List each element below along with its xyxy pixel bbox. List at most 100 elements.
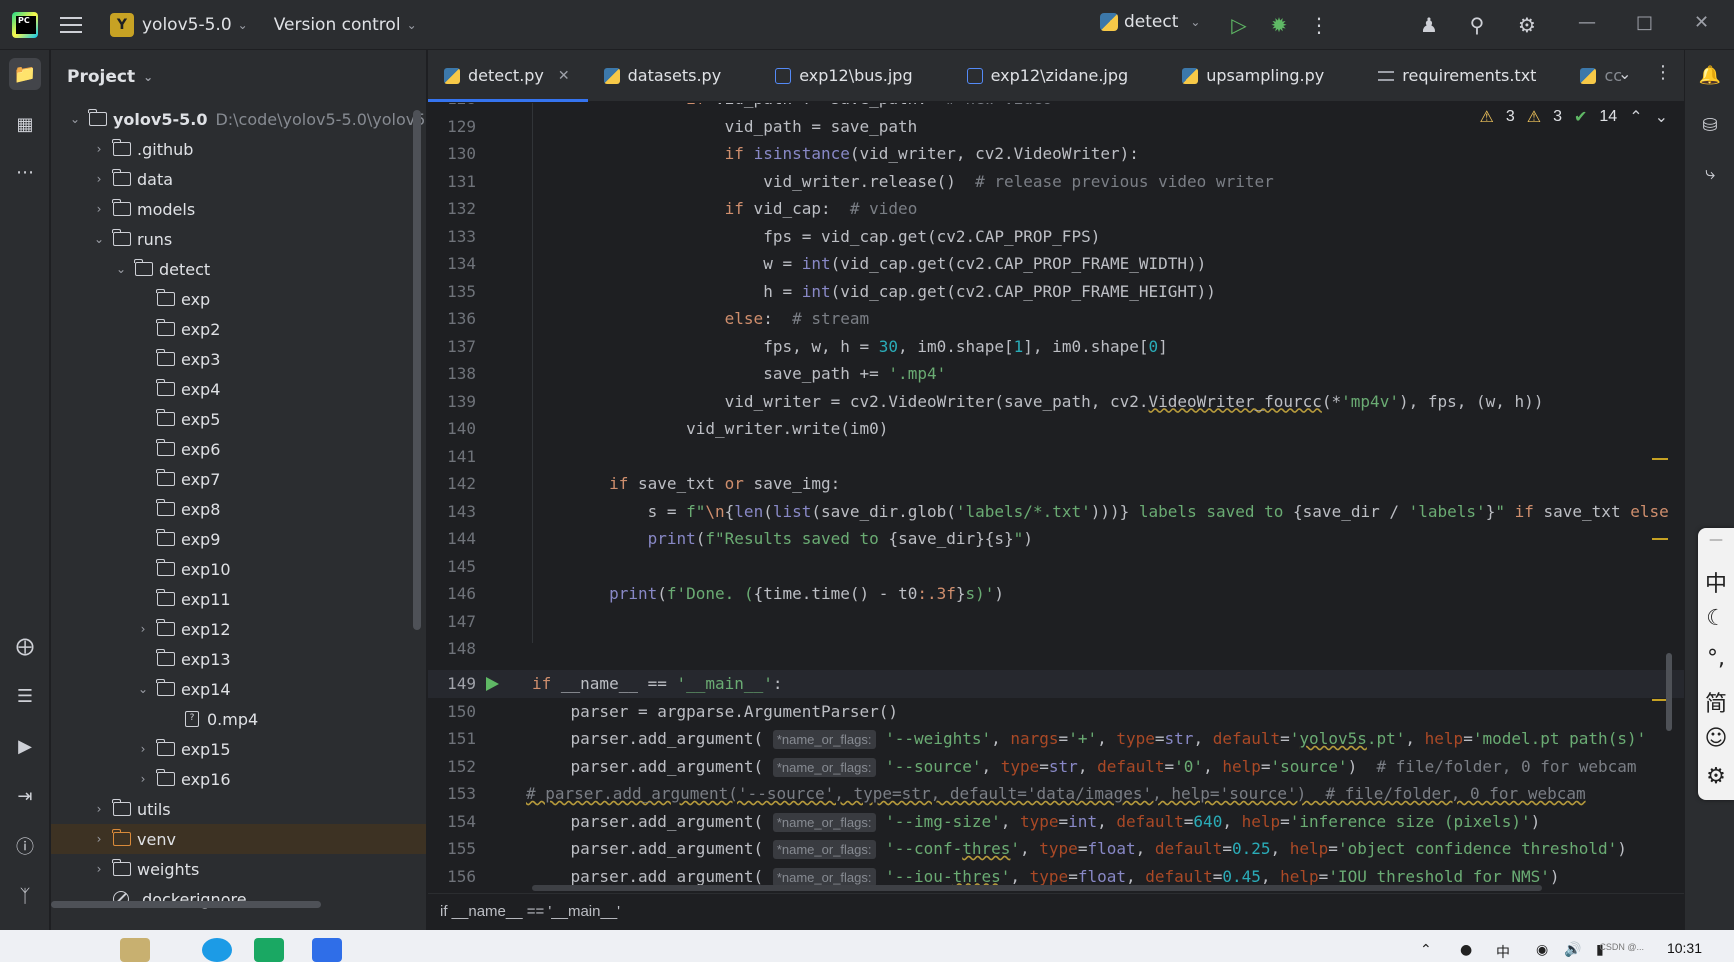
ime-language-toggle[interactable]: 中 (1698, 566, 1734, 598)
ime-settings-icon[interactable]: ⚙ (1698, 764, 1734, 789)
project-switcher[interactable]: yolov5-5.0 (142, 15, 232, 35)
tray-ime-icon[interactable]: 中 (1496, 942, 1510, 962)
tab-truncated[interactable]: cc (1564, 50, 1626, 102)
tree-item-exp15[interactable]: › exp15 (51, 734, 426, 764)
tree-item-dockerignore[interactable]: .dockerignore (51, 884, 426, 914)
chevron-down-icon[interactable]: ⌄ (407, 18, 417, 32)
database-icon[interactable]: ⛁ (1695, 110, 1725, 140)
search-icon[interactable]: ⚲ (1464, 12, 1490, 38)
chevron-right-icon[interactable]: › (133, 742, 153, 756)
tree-item-exp10[interactable]: exp10 (51, 554, 426, 584)
close-tab-icon[interactable]: ✕ (558, 68, 570, 84)
tree-item-exp12[interactable]: › exp12 (51, 614, 426, 644)
settings-gear-icon[interactable]: ⚙ (1514, 12, 1540, 38)
chevron-right-icon[interactable]: › (89, 172, 109, 186)
tree-item-detect[interactable]: ⌄ detect (51, 254, 426, 284)
tree-item-exp8[interactable]: exp8 (51, 494, 426, 524)
notifications-bell-icon[interactable]: 🔔 (1695, 60, 1725, 90)
project-folder-icon[interactable]: 📁 (9, 58, 41, 90)
error-stripe-marker[interactable] (1652, 458, 1668, 460)
tree-item-0mp4[interactable]: ? 0.mp4 (51, 704, 426, 734)
ime-punctuation-icon[interactable]: °, (1698, 646, 1734, 671)
debug-icon[interactable]: ✹ (1266, 12, 1292, 38)
file-explorer-icon[interactable] (120, 938, 150, 962)
chevron-down-icon[interactable]: ⌄ (89, 232, 109, 246)
tab-detect-py[interactable]: detect.py ✕ (428, 50, 588, 102)
tree-item-exp14[interactable]: ⌄ exp14 (51, 674, 426, 704)
maximize-icon[interactable]: □ (1636, 12, 1653, 33)
ime-emoji-icon[interactable]: ☺ (1698, 726, 1734, 751)
run-icon[interactable]: ▷ (1226, 12, 1252, 38)
chevron-right-icon[interactable]: › (133, 622, 153, 636)
chevron-down-icon[interactable]: ⌄ (238, 18, 248, 32)
breadcrumb-item[interactable]: if __name__ == '__main__' (440, 903, 620, 920)
clock-time[interactable]: 10:31 (1667, 940, 1702, 956)
code-editor[interactable]: 128 129 130 131 132 133 134 135 136 137 … (428, 103, 1684, 893)
tree-item-exp5[interactable]: exp5 (51, 404, 426, 434)
tree-item-models[interactable]: › models (51, 194, 426, 224)
tree-item-exp16[interactable]: › exp16 (51, 764, 426, 794)
tree-item-exp9[interactable]: exp9 (51, 524, 426, 554)
previous-highlight-icon[interactable]: ⌃ (1629, 107, 1642, 127)
sciview-icon[interactable]: ⤷ (1695, 158, 1725, 188)
tab-requirements-txt[interactable]: requirements.txt (1362, 50, 1554, 102)
chevron-right-icon[interactable]: › (89, 802, 109, 816)
tray-chevron-icon[interactable]: ⌃ (1420, 942, 1432, 958)
project-panel-header[interactable]: Project ⌄ (51, 50, 426, 104)
project-horizontal-scrollbar[interactable] (51, 901, 321, 908)
tree-item-github[interactable]: › .github (51, 134, 426, 164)
pycharm-taskbar-icon[interactable] (254, 938, 284, 962)
more-tools-icon[interactable]: ⋯ (9, 156, 41, 188)
ime-handle-icon[interactable]: — (1698, 532, 1734, 548)
tree-item-data[interactable]: › data (51, 164, 426, 194)
chevron-right-icon[interactable]: › (89, 862, 109, 876)
tree-item-weights[interactable]: › weights (51, 854, 426, 884)
problems-icon[interactable]: ⓘ (9, 830, 41, 862)
tree-item-venv[interactable]: › venv (51, 824, 426, 854)
more-actions-icon[interactable]: ⋮ (1306, 12, 1332, 38)
chevron-down-icon[interactable]: ⌄ (133, 682, 153, 696)
tab-list-chevron-icon[interactable]: ⌄ (1618, 64, 1631, 83)
tree-item-exp6[interactable]: exp6 (51, 434, 426, 464)
project-badge[interactable]: Y (110, 12, 134, 37)
services-icon[interactable]: ▶ (9, 730, 41, 762)
add-user-icon[interactable]: ♟ (1416, 12, 1442, 38)
error-stripe-marker[interactable] (1652, 538, 1668, 540)
project-vertical-scrollbar[interactable] (413, 110, 421, 630)
close-window-icon[interactable]: ✕ (1694, 12, 1709, 33)
tree-item-utils[interactable]: › utils (51, 794, 426, 824)
next-highlight-icon[interactable]: ⌄ (1655, 107, 1668, 127)
wifi-icon[interactable]: ◉ (1536, 942, 1548, 958)
git-icon[interactable]: ᛉ (9, 880, 41, 912)
editor-vertical-scrollbar[interactable] (1666, 653, 1672, 731)
run-config-selector[interactable]: detect ⌄ (1100, 12, 1200, 32)
chevron-right-icon[interactable]: › (89, 202, 109, 216)
python-packages-icon[interactable]: ☰ (9, 680, 41, 712)
tab-zidane-jpg[interactable]: exp12\zidane.jpg (951, 50, 1147, 102)
tree-item-exp3[interactable]: exp3 (51, 344, 426, 374)
tree-root[interactable]: ⌄ yolov5-5.0 D:\code\yolov5-5.0\yolov5 (51, 104, 426, 134)
breadcrumb[interactable]: if __name__ == '__main__' (428, 893, 1684, 929)
run-main-gutter-icon[interactable] (486, 677, 499, 691)
main-menu-icon[interactable] (60, 16, 82, 33)
terminal-icon[interactable]: ⇥ (9, 780, 41, 812)
tree-item-exp4[interactable]: exp4 (51, 374, 426, 404)
tab-datasets-py[interactable]: datasets.py (588, 50, 740, 102)
tree-item-exp7[interactable]: exp7 (51, 464, 426, 494)
volume-icon[interactable]: 🔊 (1564, 942, 1581, 958)
minimize-icon[interactable]: — (1578, 12, 1596, 33)
inspection-widget[interactable]: ⚠ 3 ⚠ 3 ✔ 14 ⌃ ⌄ (1479, 107, 1668, 127)
structure-icon[interactable]: ▦ (9, 108, 41, 140)
chevron-right-icon[interactable]: › (89, 142, 109, 156)
chevron-right-icon[interactable]: › (89, 832, 109, 846)
version-control-menu[interactable]: Version control (274, 15, 401, 35)
tray-app-icon[interactable]: ● (1460, 942, 1472, 958)
tree-item-exp13[interactable]: exp13 (51, 644, 426, 674)
tab-upsampling-py[interactable]: upsampling.py (1166, 50, 1342, 102)
tree-item-exp11[interactable]: exp11 (51, 584, 426, 614)
edge-browser-icon[interactable] (202, 938, 232, 962)
ime-simplified-toggle[interactable]: 简 (1698, 686, 1734, 718)
editor-horizontal-scrollbar[interactable] (532, 885, 1542, 891)
ime-moon-icon[interactable]: ☾ (1698, 606, 1734, 631)
tab-bus-jpg[interactable]: exp12\bus.jpg (759, 50, 930, 102)
